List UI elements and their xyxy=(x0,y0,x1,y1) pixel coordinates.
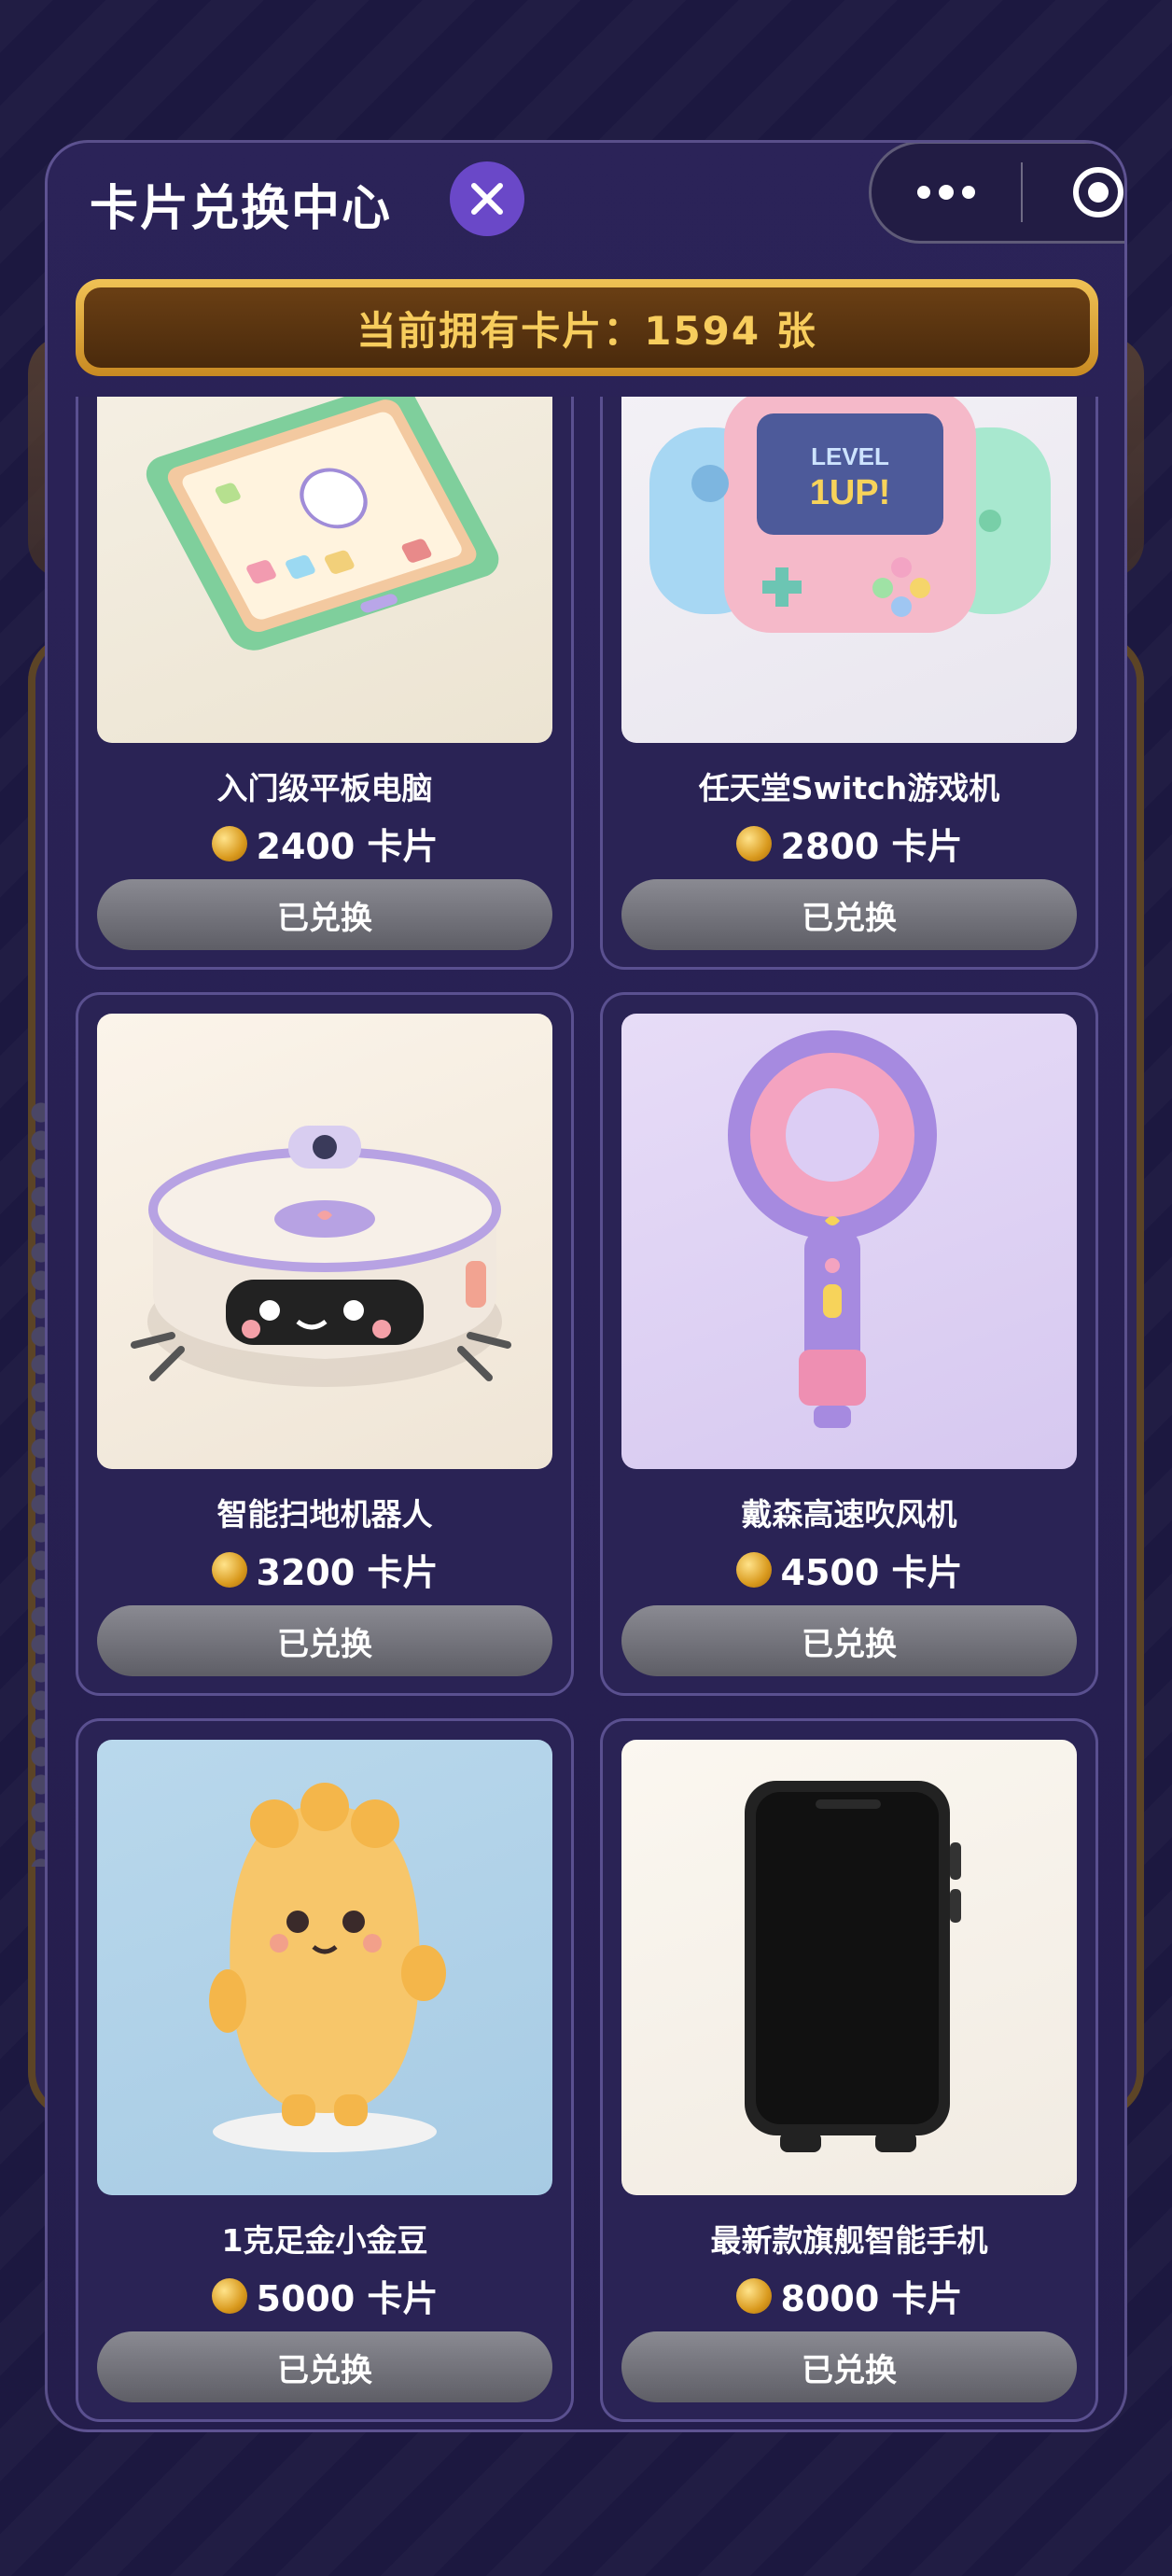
close-icon xyxy=(471,183,503,215)
more-button[interactable] xyxy=(872,144,1021,241)
product-image-smartphone xyxy=(621,1740,1077,2195)
redeemed-button[interactable]: 已兑换 xyxy=(97,879,552,950)
redeemed-button[interactable]: 已兑换 xyxy=(97,1605,552,1676)
coin-icon xyxy=(211,825,247,861)
product-price: 4500 卡片 xyxy=(603,1544,1095,1595)
product-price: 3200 卡片 xyxy=(78,1544,571,1595)
product-name: 最新款旗舰智能手机 xyxy=(710,2222,988,2259)
coin-icon xyxy=(735,2277,772,2314)
screen-text-level: LEVEL xyxy=(811,442,889,470)
price-value: 5000 卡片 xyxy=(256,2278,439,2319)
product-image-hair-dryer xyxy=(621,1014,1077,1469)
coin-icon xyxy=(211,2277,247,2314)
product-card[interactable]: 最新款旗舰智能手机 8000 卡片 已兑换 xyxy=(600,1718,1098,2422)
product-price: 8000 卡片 xyxy=(603,2270,1095,2321)
price-value: 2400 卡片 xyxy=(256,826,439,867)
product-name: 入门级平板电脑 xyxy=(216,770,433,806)
target-icon xyxy=(1073,167,1123,217)
product-name: 任天堂Switch游戏机 xyxy=(698,770,1000,806)
price-value: 3200 卡片 xyxy=(256,1552,439,1593)
card-count-banner: 当前拥有卡片：1594 张 xyxy=(76,279,1098,376)
product-image-tablet xyxy=(97,397,552,743)
product-image-game-console: LEVEL 1UP! xyxy=(621,397,1077,743)
redeemed-button[interactable]: 已兑换 xyxy=(97,2331,552,2402)
price-value: 4500 卡片 xyxy=(780,1552,963,1593)
card-count-text: 当前拥有卡片：1594 张 xyxy=(84,287,1090,368)
product-name: 戴森高速吹风机 xyxy=(741,1496,957,1533)
modal-title: 卡片兑换中心 xyxy=(90,181,393,237)
redeemed-button[interactable]: 已兑换 xyxy=(621,1605,1077,1676)
product-card[interactable]: 智能扫地机器人 3200 卡片 已兑换 xyxy=(76,992,574,1696)
product-card[interactable]: 1克足金小金豆 5000 卡片 已兑换 xyxy=(76,1718,574,2422)
product-list[interactable]: 入门级平板电脑 2400 卡片 已兑换 LEVEL 1UP! 任天堂Switch… xyxy=(48,397,1124,2429)
exit-button[interactable] xyxy=(1023,144,1124,241)
product-card[interactable]: 入门级平板电脑 2400 卡片 已兑换 xyxy=(76,397,574,970)
coin-icon xyxy=(211,1551,247,1588)
product-price: 2400 卡片 xyxy=(78,818,571,869)
price-value: 8000 卡片 xyxy=(780,2278,963,2319)
product-image-gold-bean xyxy=(97,1740,552,2195)
price-value: 2800 卡片 xyxy=(780,826,963,867)
product-image-robot-vacuum xyxy=(97,1014,552,1469)
coin-icon xyxy=(735,825,772,861)
product-card[interactable]: 戴森高速吹风机 4500 卡片 已兑换 xyxy=(600,992,1098,1696)
product-card[interactable]: LEVEL 1UP! 任天堂Switch游戏机 2800 卡片 已兑换 xyxy=(600,397,1098,970)
exchange-modal: 卡片兑换中心 当前拥有卡片：1594 张 入门级平板电脑 2400 卡片 已兑换… xyxy=(45,140,1127,2432)
more-dots-icon xyxy=(917,185,975,200)
redeemed-button[interactable]: 已兑换 xyxy=(621,879,1077,950)
redeemed-button[interactable]: 已兑换 xyxy=(621,2331,1077,2402)
close-button[interactable] xyxy=(450,161,524,236)
screen-text-1up: 1UP! xyxy=(810,473,891,512)
mini-program-capsule xyxy=(869,143,1124,244)
product-price: 2800 卡片 xyxy=(603,818,1095,869)
product-name: 1克足金小金豆 xyxy=(221,2222,428,2259)
product-name: 智能扫地机器人 xyxy=(216,1496,433,1533)
product-price: 5000 卡片 xyxy=(78,2270,571,2321)
coin-icon xyxy=(735,1551,772,1588)
